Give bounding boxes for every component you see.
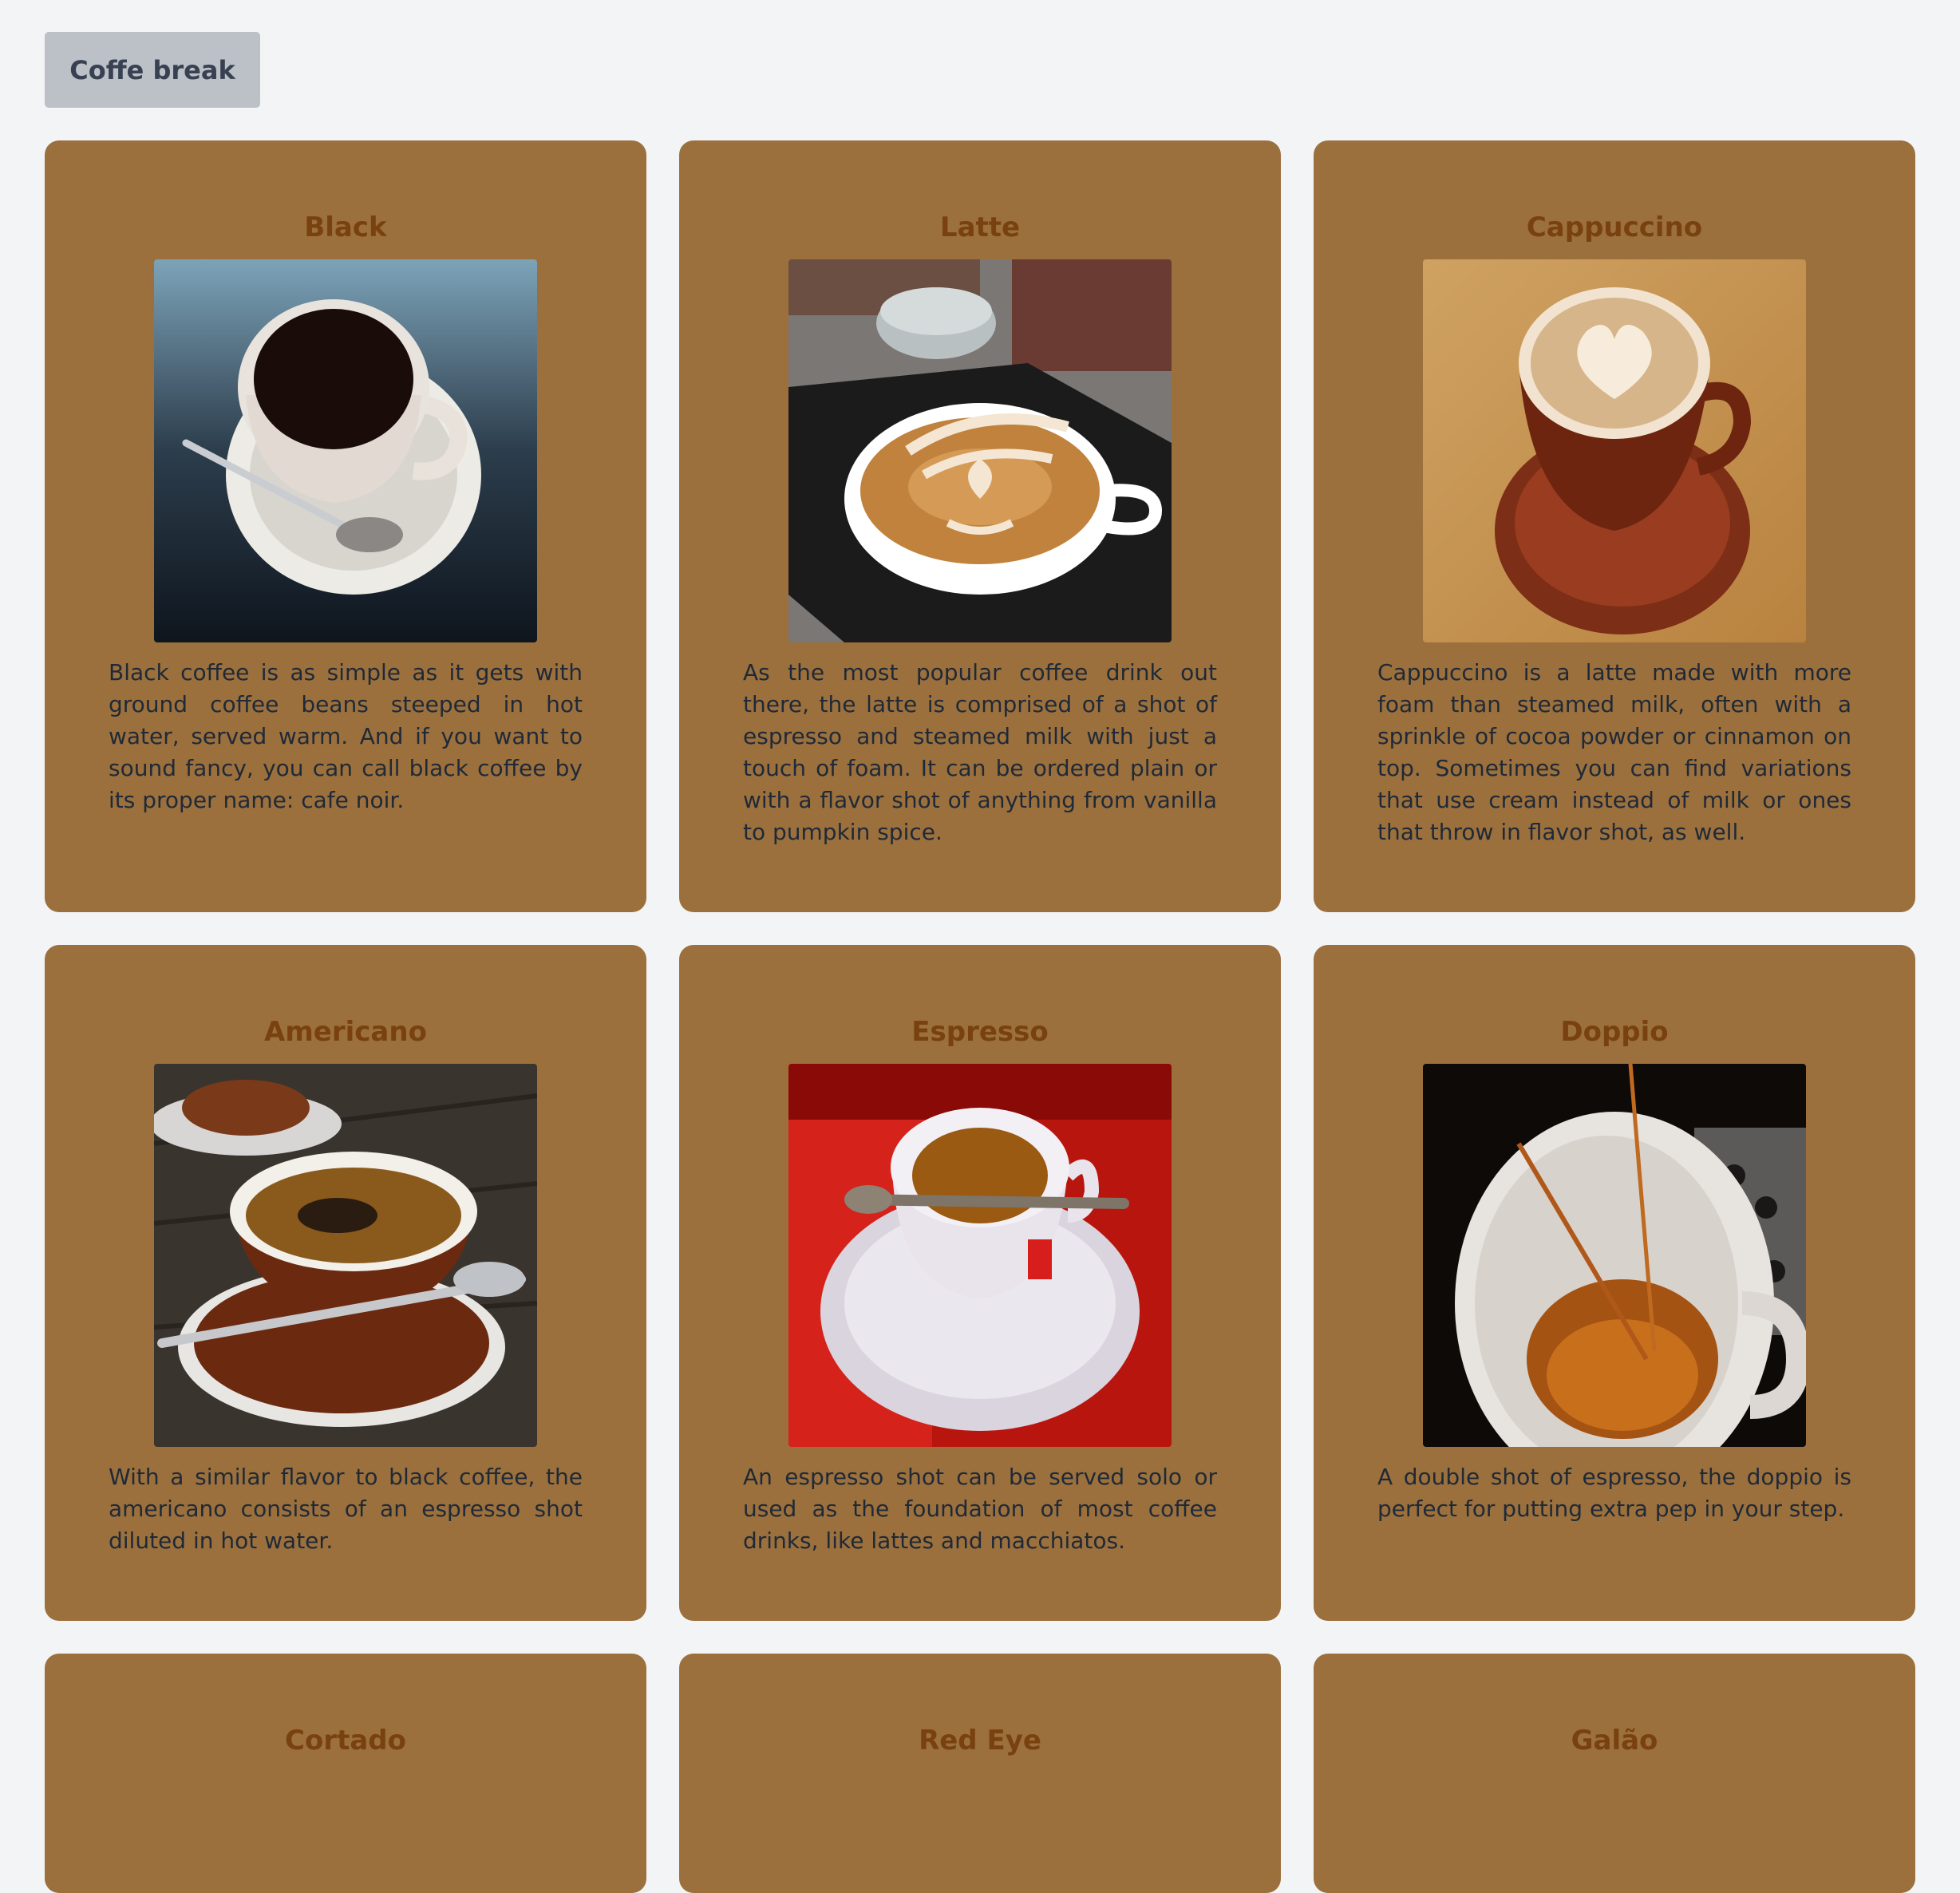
coffee-card-galao: Galão: [1314, 1654, 1915, 1893]
card-description: As the most popular coffee drink out the…: [743, 659, 1217, 845]
card-description: Cappuccino is a latte made with more foa…: [1377, 659, 1851, 845]
card-title: Cappuccino: [1526, 211, 1703, 243]
card-title: Americano: [264, 1016, 427, 1048]
cappuccino-image: [1423, 259, 1806, 642]
card-description: With a similar flavor to black coffee, t…: [109, 1464, 583, 1554]
card-title: Latte: [939, 211, 1021, 243]
coffee-card-americano: Americano With a similar flavor to black…: [45, 945, 646, 1621]
coffee-card-cortado: Cortado: [45, 1654, 646, 1893]
card-description: A double shot of espresso, the doppio is…: [1377, 1464, 1851, 1522]
card-title: Galão: [1571, 1725, 1658, 1757]
americano-image: [154, 1064, 537, 1447]
espresso-image: [788, 1064, 1172, 1447]
coffee-card-espresso: Espresso An espresso shot can be served …: [679, 945, 1281, 1621]
card-title: Cortado: [285, 1725, 406, 1757]
card-title: Red Eye: [919, 1725, 1041, 1757]
doppio-image: [1423, 1064, 1806, 1447]
coffee-card-doppio: Doppio A double shot of espresso, the do…: [1314, 945, 1915, 1621]
coffee-card-grid: Black Black coffee is as simple as it ge…: [45, 140, 1915, 1893]
card-title: Espresso: [911, 1016, 1049, 1048]
coffe-break-button[interactable]: Coffe break: [45, 32, 260, 108]
coffee-card-latte: Latte As the most popular coffee drink o…: [679, 140, 1281, 912]
coffee-card-red-eye: Red Eye: [679, 1654, 1281, 1893]
card-description: An espresso shot can be served solo or u…: [743, 1464, 1217, 1554]
card-title: Black: [304, 211, 387, 243]
coffee-card-black: Black Black coffee is as simple as it ge…: [45, 140, 646, 912]
card-description: Black coffee is as simple as it gets wit…: [109, 659, 583, 813]
black-coffee-image: [154, 259, 537, 642]
card-title: Doppio: [1560, 1016, 1669, 1048]
coffee-card-cappuccino: Cappuccino Cappuccino is a latte made wi…: [1314, 140, 1915, 912]
latte-image: [788, 259, 1172, 642]
